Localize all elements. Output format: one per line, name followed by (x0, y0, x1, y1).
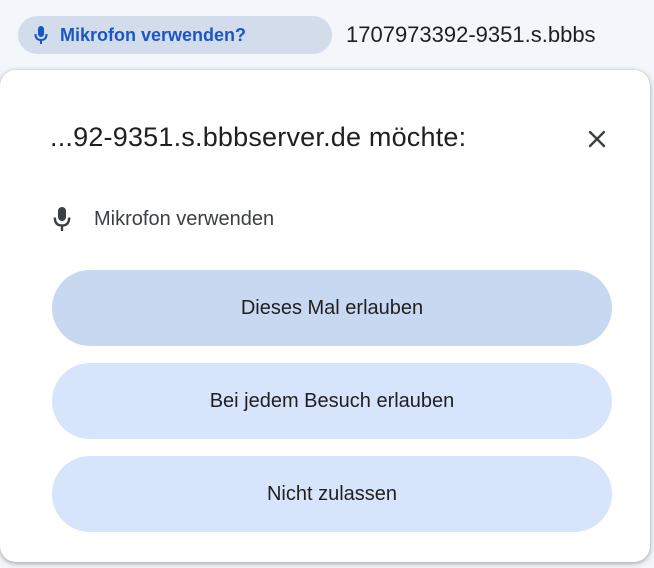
permission-chip-label: Mikrofon verwenden? (60, 24, 247, 45)
microphone-icon (50, 204, 74, 234)
allow-always-button[interactable]: Bei jedem Besuch erlauben (52, 363, 612, 439)
address-bar: Mikrofon verwenden? 1707973392-9351.s.bb… (0, 0, 654, 68)
permission-popup: ...92-9351.s.bbbserver.de möchte: Mikrof… (0, 70, 650, 562)
permission-row: Mikrofon verwenden (50, 204, 274, 234)
close-icon (588, 130, 606, 148)
permission-chip[interactable]: Mikrofon verwenden? (18, 16, 332, 54)
microphone-icon (32, 24, 50, 46)
close-button[interactable] (578, 120, 616, 158)
allow-once-button[interactable]: Dieses Mal erlauben (52, 270, 612, 346)
permission-label: Mikrofon verwenden (94, 207, 275, 230)
url-text[interactable]: 1707973392-9351.s.bbbs (346, 22, 596, 48)
deny-button[interactable]: Nicht zulassen (52, 456, 612, 532)
popup-title: ...92-9351.s.bbbserver.de möchte: (50, 122, 467, 152)
